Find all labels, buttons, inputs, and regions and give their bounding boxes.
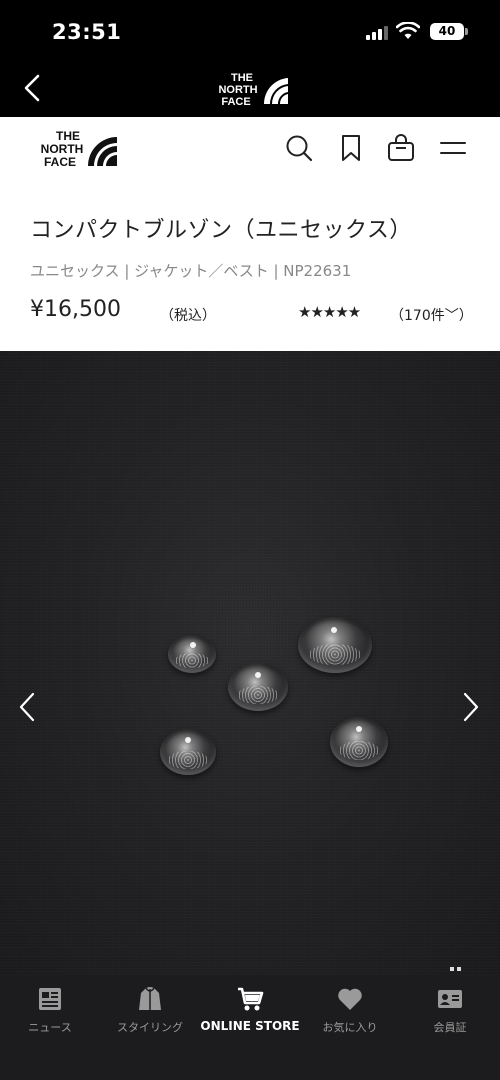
- tab-online-store[interactable]: ONLINE STORE: [200, 985, 300, 1045]
- water-droplet: [168, 635, 216, 673]
- menu-icon[interactable]: [438, 133, 468, 163]
- logo-line-2: NORTH: [218, 84, 257, 96]
- nav-logo-line-1: THE: [56, 129, 80, 143]
- nav-logo-line-2: NORTH: [41, 142, 84, 156]
- review-count-link[interactable]: （170件﹀）: [390, 305, 473, 325]
- bottom-tab-bar: ニュース スタイリング ONLINE STORE お気に入り 会員証: [0, 975, 500, 1080]
- bookmark-icon[interactable]: [336, 133, 366, 163]
- app-header: THE NORTH FACE: [0, 60, 500, 117]
- site-nav: THE NORTH FACE: [0, 117, 500, 179]
- product-price: ¥16,500: [30, 297, 121, 322]
- product-meta: ユニセックス | ジャケット／ベスト | NP22631: [30, 262, 352, 280]
- tab-label: 会員証: [433, 1021, 467, 1034]
- water-droplet: [330, 717, 388, 767]
- water-droplet: [228, 663, 288, 711]
- water-droplet: [160, 729, 216, 775]
- status-bar: 23:51 40: [0, 0, 500, 60]
- tab-favorites[interactable]: お気に入り: [300, 985, 400, 1045]
- tab-news[interactable]: ニュース: [0, 985, 100, 1045]
- nav-logo-line-3: FACE: [44, 155, 76, 169]
- logo-line-3: FACE: [221, 96, 250, 108]
- cart-icon[interactable]: [386, 133, 416, 163]
- tab-styling[interactable]: スタイリング: [100, 985, 200, 1045]
- north-face-logo[interactable]: THE NORTH FACE: [28, 126, 120, 170]
- product-info: コンパクトブルゾン（ユニセックス） ユニセックス | ジャケット／ベスト | N…: [0, 179, 500, 351]
- tab-member-card[interactable]: 会員証: [400, 985, 500, 1045]
- logo-line-1: THE: [231, 72, 253, 84]
- water-droplet: [298, 617, 372, 673]
- chevron-right-icon[interactable]: [460, 691, 482, 723]
- status-time: 23:51: [52, 20, 122, 44]
- heart-icon: [338, 988, 362, 1010]
- member-card-icon: [438, 990, 462, 1008]
- tab-label: お気に入り: [322, 1021, 378, 1034]
- product-title: コンパクトブルゾン（ユニセックス）: [30, 218, 412, 243]
- rating-stars[interactable]: ★★★★★: [298, 303, 361, 321]
- tab-label: ニュース: [28, 1021, 72, 1034]
- tab-label: ONLINE STORE: [200, 1019, 300, 1033]
- grid-view-icon[interactable]: [450, 967, 464, 973]
- styling-icon: [139, 987, 161, 1010]
- battery-cap: [465, 28, 468, 35]
- search-icon[interactable]: [284, 133, 314, 163]
- price-row: ¥16,500 （税込） ★★★★★ （170件﹀）: [30, 297, 473, 327]
- tab-label: スタイリング: [117, 1021, 183, 1034]
- news-icon: [39, 988, 61, 1010]
- north-face-logo[interactable]: THE NORTH FACE: [208, 68, 292, 110]
- chevron-left-icon[interactable]: [16, 691, 38, 723]
- signal-icon: [366, 24, 388, 40]
- store-cart-icon: [238, 987, 264, 1011]
- back-icon[interactable]: [18, 72, 46, 104]
- product-image-carousel[interactable]: [0, 351, 500, 975]
- battery-icon: 40: [430, 23, 464, 40]
- wifi-icon: [396, 22, 420, 39]
- tax-note: （税込）: [160, 308, 216, 324]
